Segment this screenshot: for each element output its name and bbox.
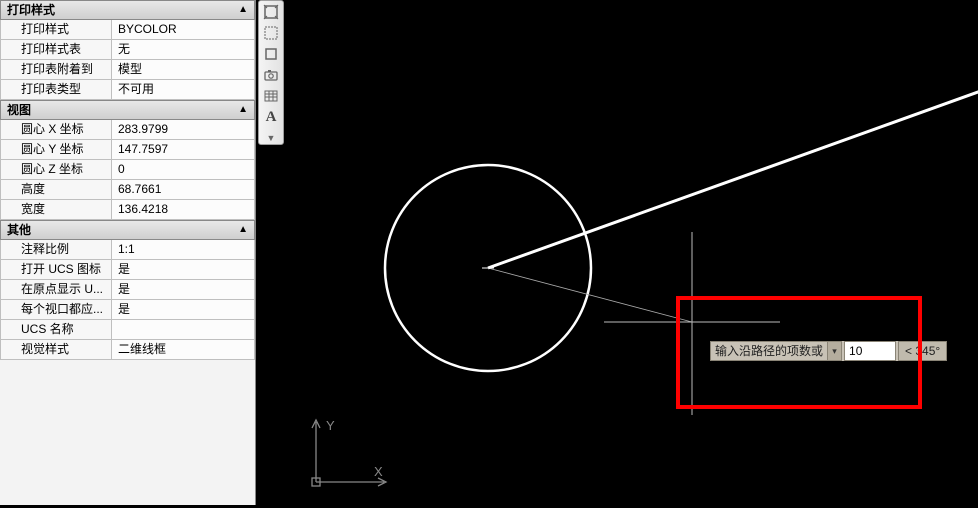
prop-label: 打印表类型 [0, 80, 112, 99]
prop-label: 在原点显示 U... [0, 280, 112, 299]
drawing-canvas[interactable]: Y X [292, 0, 978, 505]
prop-value[interactable]: 是 [112, 300, 255, 319]
prop-label: 宽度 [0, 200, 112, 219]
prop-label: 打印样式表 [0, 40, 112, 59]
prop-value[interactable]: 是 [112, 260, 255, 279]
prop-value[interactable]: 147.7597 [112, 140, 255, 159]
axis-x-label: X [374, 464, 383, 479]
section-header-print[interactable]: 打印样式 ▲ [0, 0, 255, 20]
dynamic-input-prompt: 输入沿路径的项数或 [710, 341, 828, 361]
prop-row[interactable]: 打印表附着到模型 [0, 60, 255, 80]
prop-value[interactable]: BYCOLOR [112, 20, 255, 39]
navigation-toolstrip: A ▼ [258, 0, 284, 145]
prop-row[interactable]: 打开 UCS 图标是 [0, 260, 255, 280]
section-header-view[interactable]: 视图 ▲ [0, 100, 255, 120]
prop-row[interactable]: 高度68.7661 [0, 180, 255, 200]
prop-row[interactable]: 打印样式表无 [0, 40, 255, 60]
prop-label: 打印表附着到 [0, 60, 112, 79]
text-button[interactable]: A [261, 109, 281, 126]
prop-label: UCS 名称 [0, 320, 112, 339]
collapse-arrow-icon: ▲ [238, 101, 248, 119]
prop-label: 圆心 X 坐标 [0, 120, 112, 139]
prop-value[interactable]: 是 [112, 280, 255, 299]
prop-label: 每个视口都应... [0, 300, 112, 319]
prop-row[interactable]: 打印表类型不可用 [0, 80, 255, 100]
section-title: 视图 [7, 101, 31, 119]
prop-label: 打开 UCS 图标 [0, 260, 112, 279]
prop-row[interactable]: 圆心 X 坐标283.9799 [0, 120, 255, 140]
prop-label: 高度 [0, 180, 112, 199]
prop-value[interactable]: 68.7661 [112, 180, 255, 199]
toolstrip-collapse-button[interactable]: ▼ [261, 131, 281, 144]
collapse-arrow-icon: ▲ [238, 221, 248, 239]
prop-row[interactable]: 宽度136.4218 [0, 200, 255, 220]
prop-value[interactable] [112, 320, 255, 339]
zoom-extents-button[interactable] [261, 4, 281, 20]
dynamic-input: 输入沿路径的项数或 ▾ 10 < 345° [710, 341, 947, 361]
prop-row[interactable]: 视觉样式二维线框 [0, 340, 255, 360]
prop-value[interactable]: 不可用 [112, 80, 255, 99]
dynamic-input-value[interactable]: 10 [844, 341, 896, 361]
properties-panel: 打印样式 ▲ 打印样式BYCOLOR 打印样式表无 打印表附着到模型 打印表类型… [0, 0, 256, 505]
dynamic-input-angle: < 345° [898, 341, 947, 361]
table-button[interactable] [261, 88, 281, 104]
prop-row[interactable]: 每个视口都应...是 [0, 300, 255, 320]
prop-row[interactable]: 打印样式BYCOLOR [0, 20, 255, 40]
zoom-window-button[interactable] [261, 25, 281, 41]
prop-row[interactable]: 圆心 Y 坐标147.7597 [0, 140, 255, 160]
prop-row[interactable]: 注释比例1:1 [0, 240, 255, 260]
prop-value[interactable]: 无 [112, 40, 255, 59]
prop-label: 注释比例 [0, 240, 112, 259]
prop-label: 打印样式 [0, 20, 112, 39]
prop-value[interactable]: 136.4218 [112, 200, 255, 219]
prop-label: 圆心 Y 坐标 [0, 140, 112, 159]
section-title: 打印样式 [7, 1, 55, 19]
prop-value[interactable]: 0 [112, 160, 255, 179]
zoom-previous-button[interactable] [261, 46, 281, 62]
prop-value[interactable]: 283.9799 [112, 120, 255, 139]
prop-row[interactable]: 在原点显示 U...是 [0, 280, 255, 300]
dynamic-input-dropdown[interactable]: ▾ [828, 341, 842, 361]
prop-label: 视觉样式 [0, 340, 112, 359]
prop-row[interactable]: UCS 名称 [0, 320, 255, 340]
section-header-other[interactable]: 其他 ▲ [0, 220, 255, 240]
axis-y-label: Y [326, 418, 335, 433]
prop-label: 圆心 Z 坐标 [0, 160, 112, 179]
section-title: 其他 [7, 221, 31, 239]
prop-value[interactable]: 模型 [112, 60, 255, 79]
prop-value[interactable]: 1:1 [112, 240, 255, 259]
prop-row[interactable]: 圆心 Z 坐标0 [0, 160, 255, 180]
collapse-arrow-icon: ▲ [238, 1, 248, 19]
camera-button[interactable] [261, 67, 281, 83]
prop-value[interactable]: 二维线框 [112, 340, 255, 359]
